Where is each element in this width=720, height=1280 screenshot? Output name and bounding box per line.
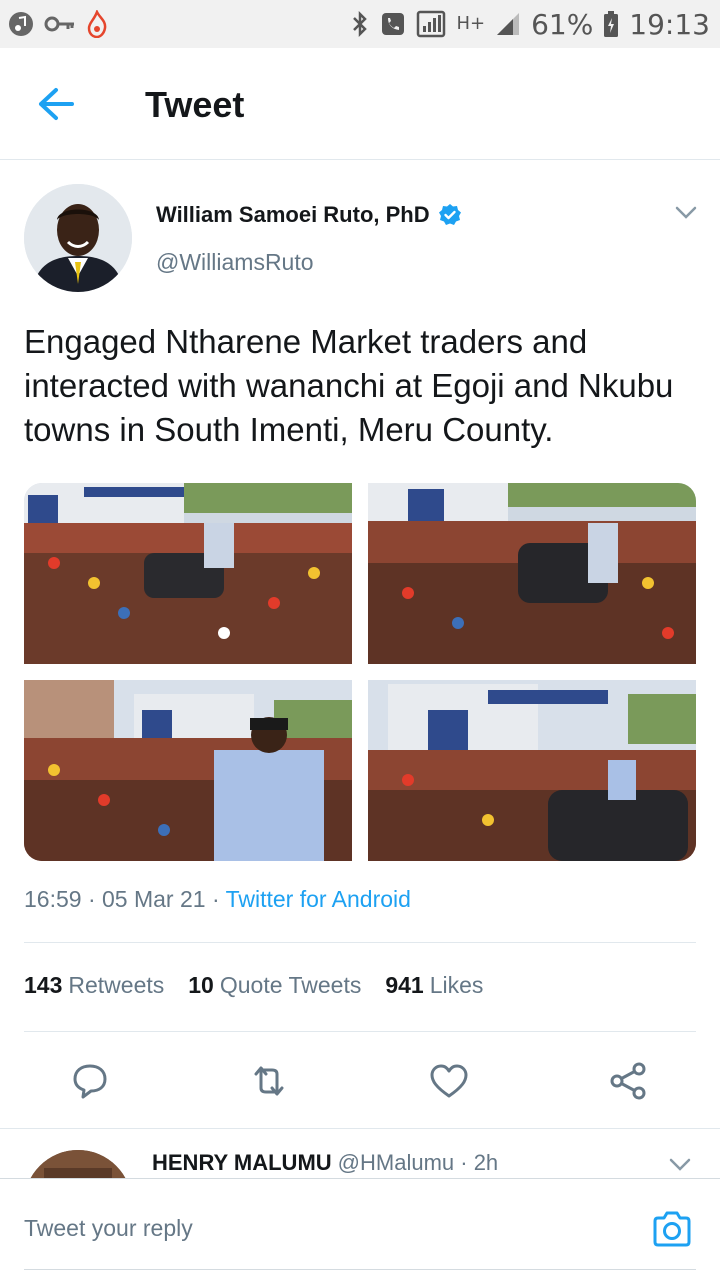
author-handle[interactable]: @WilliamsRuto bbox=[156, 249, 314, 276]
crowd-photo-3 bbox=[24, 680, 352, 861]
divider bbox=[24, 942, 696, 943]
author-avatar[interactable] bbox=[24, 184, 132, 292]
back-button[interactable] bbox=[36, 86, 76, 122]
tweet-meta: 16:59 · 05 Mar 21 · Twitter for Android bbox=[24, 886, 411, 913]
key-icon bbox=[44, 14, 76, 34]
crowd-photo-1 bbox=[24, 483, 352, 664]
reply-author-handle: @HMalumu · 2h bbox=[337, 1150, 499, 1175]
like-icon bbox=[430, 1064, 468, 1098]
bluetooth-icon bbox=[350, 10, 370, 38]
tweet-photo-4[interactable] bbox=[368, 680, 696, 861]
author-portrait bbox=[24, 184, 132, 292]
reply-composer-bar: Tweet your reply bbox=[0, 1178, 720, 1280]
camera-button[interactable] bbox=[651, 1209, 693, 1249]
status-bar: H+ 61% 19:13 bbox=[0, 0, 720, 48]
tweet-stats: 143 Retweets 10 Quote Tweets 941 Likes bbox=[24, 972, 483, 999]
author-name[interactable]: William Samoei Ruto, PhD bbox=[156, 202, 462, 228]
status-bar-left bbox=[8, 10, 108, 38]
camera-icon bbox=[653, 1211, 691, 1247]
likes-stat[interactable]: 941 Likes bbox=[385, 972, 483, 999]
signal-box-icon bbox=[416, 10, 446, 38]
cell-signal-icon bbox=[495, 11, 521, 37]
chevron-down-icon bbox=[675, 206, 697, 219]
likes-label: Likes bbox=[429, 972, 484, 998]
divider bbox=[24, 1031, 696, 1032]
reply-input-underline bbox=[24, 1269, 696, 1270]
reply-input[interactable]: Tweet your reply bbox=[24, 1215, 624, 1242]
quote-tweets-count: 10 bbox=[188, 972, 214, 998]
battery-charging-icon bbox=[603, 10, 619, 38]
author-name-text: William Samoei Ruto, PhD bbox=[156, 202, 430, 227]
tweet-photo-2[interactable] bbox=[368, 483, 696, 664]
like-button[interactable] bbox=[428, 1060, 470, 1102]
battery-percent: 61% bbox=[531, 7, 594, 41]
network-type: H+ bbox=[456, 13, 486, 34]
phone-icon bbox=[380, 11, 406, 37]
tweet-media-grid bbox=[24, 483, 696, 861]
crowd-photo-4 bbox=[368, 680, 696, 861]
retweet-icon bbox=[254, 1066, 284, 1096]
tweet-text: Engaged Ntharene Market traders and inte… bbox=[24, 323, 674, 448]
thread-separator bbox=[0, 1128, 720, 1129]
reply-options-button[interactable] bbox=[668, 1156, 692, 1174]
flame-app-icon bbox=[86, 10, 108, 38]
crowd-photo-2 bbox=[368, 483, 696, 664]
retweets-stat[interactable]: 143 Retweets bbox=[24, 972, 164, 999]
tweet-timestamp: 16:59 · 05 Mar 21 · bbox=[24, 886, 226, 912]
tweet-actions bbox=[0, 1056, 720, 1106]
retweet-button[interactable] bbox=[248, 1060, 290, 1102]
chevron-down-icon bbox=[669, 1158, 691, 1171]
quote-tweets-stat[interactable]: 10 Quote Tweets bbox=[188, 972, 361, 999]
status-bar-right: H+ 61% 19:13 bbox=[350, 8, 710, 41]
clock: 19:13 bbox=[629, 7, 710, 41]
quote-tweets-label: Quote Tweets bbox=[219, 972, 362, 998]
share-icon bbox=[610, 1062, 646, 1100]
retweets-count: 143 bbox=[24, 972, 63, 998]
back-arrow-icon bbox=[39, 88, 74, 120]
reply-author[interactable]: HENRY MALUMU @HMalumu · 2h bbox=[152, 1150, 498, 1176]
tweet-options-button[interactable] bbox=[674, 204, 698, 222]
tweet-photo-3[interactable] bbox=[24, 680, 352, 861]
page-title: Tweet bbox=[145, 84, 245, 125]
reply-icon bbox=[73, 1064, 107, 1099]
tweet-photo-1[interactable] bbox=[24, 483, 352, 664]
music-note-icon bbox=[8, 11, 34, 37]
share-button[interactable] bbox=[608, 1060, 650, 1102]
reply-button[interactable] bbox=[69, 1060, 111, 1102]
reply-author-name: HENRY MALUMU bbox=[152, 1150, 332, 1175]
tweet-client-link[interactable]: Twitter for Android bbox=[226, 886, 411, 912]
verified-badge-icon bbox=[438, 203, 462, 227]
likes-count: 941 bbox=[385, 972, 424, 998]
retweets-label: Retweets bbox=[68, 972, 165, 998]
tweet-header: Tweet bbox=[0, 48, 720, 160]
